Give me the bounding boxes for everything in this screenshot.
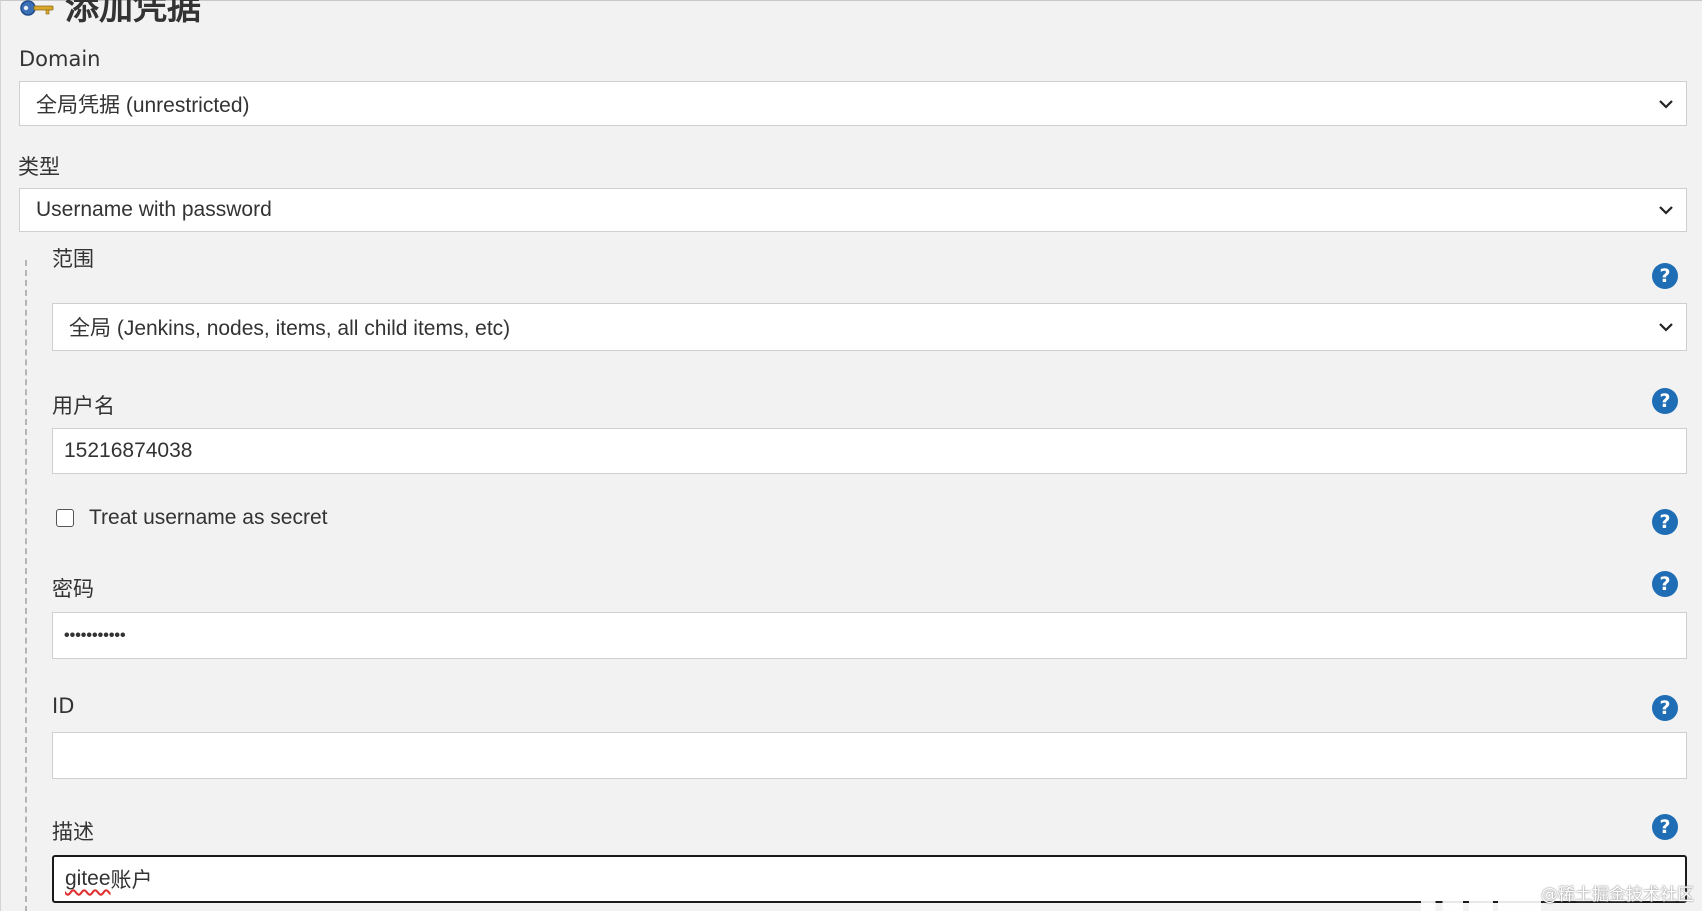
treat-username-secret-row: Treat username as secret	[56, 506, 328, 530]
bottom-overlay	[1421, 899, 1541, 911]
description-input[interactable]: gitee 账户	[52, 855, 1687, 903]
description-value-word: gitee	[65, 867, 111, 890]
scope-help-icon[interactable]: ?	[1652, 263, 1678, 289]
treat-secret-help-icon[interactable]: ?	[1652, 509, 1678, 535]
chevron-down-icon	[1646, 82, 1686, 125]
password-input[interactable]: •••••••••••	[52, 612, 1687, 659]
description-help-icon[interactable]: ?	[1652, 814, 1678, 840]
add-credentials-page: 添加凭据 Domain 全局凭据 (unrestricted) 类型 Usern…	[0, 0, 1702, 911]
domain-select-value: 全局凭据 (unrestricted)	[36, 93, 250, 117]
chevron-down-icon	[1646, 189, 1686, 231]
kind-select-value: Username with password	[36, 198, 272, 221]
password-help-icon[interactable]: ?	[1652, 571, 1678, 597]
scope-label: 范围	[52, 247, 94, 271]
treat-username-secret-label: Treat username as secret	[89, 506, 328, 529]
scope-select[interactable]: 全局 (Jenkins, nodes, items, all child ite…	[52, 303, 1687, 351]
description-value-rest: 账户	[110, 869, 153, 892]
id-label: ID	[52, 694, 75, 718]
domain-select[interactable]: 全局凭据 (unrestricted)	[19, 81, 1687, 126]
page-title: 添加凭据	[65, 0, 201, 28]
description-label: 描述	[52, 820, 94, 844]
username-help-icon[interactable]: ?	[1652, 388, 1678, 414]
password-value: •••••••••••	[64, 626, 126, 644]
kind-select[interactable]: Username with password	[19, 188, 1687, 232]
nested-section-border	[25, 260, 27, 911]
username-label: 用户名	[52, 394, 115, 418]
scope-select-value: 全局 (Jenkins, nodes, items, all child ite…	[69, 317, 511, 340]
username-input[interactable]: 15216874038	[52, 428, 1687, 474]
treat-username-secret-checkbox[interactable]	[56, 509, 74, 527]
id-input[interactable]	[52, 732, 1687, 779]
watermark: @稀土掘金技术社区	[1541, 885, 1694, 905]
password-label: 密码	[52, 577, 94, 601]
chevron-down-icon	[1646, 304, 1686, 350]
page-header: 添加凭据	[19, 0, 201, 25]
domain-label: Domain	[19, 47, 101, 71]
username-value: 15216874038	[64, 439, 193, 462]
key-icon	[19, 0, 55, 20]
id-help-icon[interactable]: ?	[1652, 695, 1678, 721]
kind-label: 类型	[18, 155, 60, 179]
